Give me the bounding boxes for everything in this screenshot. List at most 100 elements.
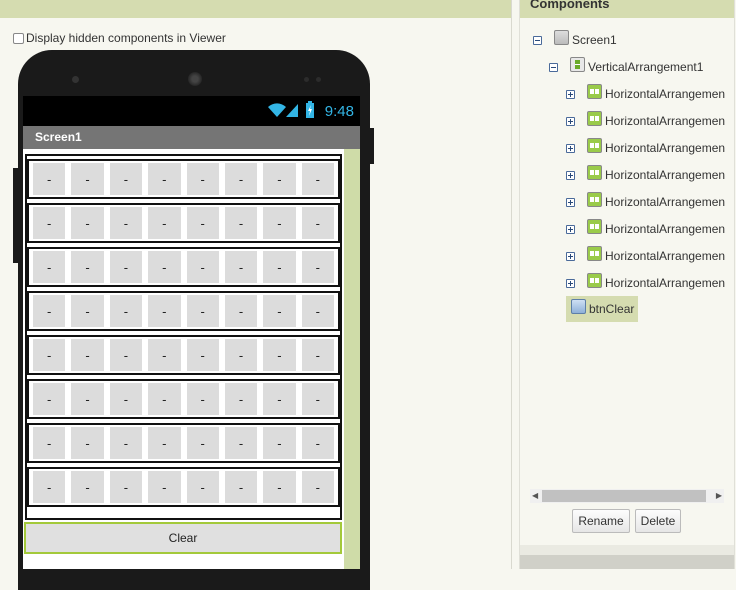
grid-button[interactable]: - [109, 339, 143, 371]
tree-item-horizontal-arrangement[interactable]: HorizontalArrangemen [566, 272, 725, 290]
grid-button[interactable]: - [224, 339, 258, 371]
grid-button[interactable]: - [148, 251, 181, 283]
grid-button[interactable]: - [148, 427, 181, 459]
grid-button[interactable]: - [263, 339, 296, 371]
grid-button[interactable]: - [263, 427, 296, 459]
grid-button[interactable]: - [301, 163, 334, 195]
grid-button[interactable]: - [224, 251, 258, 283]
tree-item-btnclear[interactable]: btnClear [571, 298, 634, 316]
tree-item-horizontal-arrangement[interactable]: HorizontalArrangemen [566, 191, 725, 209]
tree-item-horizontal-arrangement[interactable]: HorizontalArrangemen [566, 245, 725, 263]
display-hidden-checkbox[interactable] [13, 32, 24, 44]
expand-icon[interactable] [566, 197, 575, 207]
grid-button[interactable]: - [186, 471, 219, 503]
grid-button[interactable]: - [33, 251, 66, 283]
horizontal-arrangement[interactable]: -------- [27, 467, 340, 507]
grid-button[interactable]: - [224, 163, 258, 195]
horizontal-arrangement[interactable]: -------- [27, 247, 340, 287]
expand-icon[interactable] [566, 278, 575, 288]
grid-button[interactable]: - [109, 383, 143, 415]
tree-item-horizontal-arrangement[interactable]: HorizontalArrangemen [566, 137, 725, 155]
grid-button[interactable]: - [148, 383, 181, 415]
grid-button[interactable]: - [33, 295, 66, 327]
grid-button[interactable]: - [186, 295, 219, 327]
grid-button[interactable]: - [263, 207, 296, 239]
horizontal-arrangement[interactable]: -------- [27, 379, 340, 419]
grid-button[interactable]: - [71, 207, 104, 239]
grid-button[interactable]: - [186, 207, 219, 239]
grid-button[interactable]: - [148, 471, 181, 503]
grid-button[interactable]: - [148, 339, 181, 371]
grid-button[interactable]: - [263, 295, 296, 327]
tree-item-screen1[interactable]: Screen1 [533, 29, 617, 47]
grid-button[interactable]: - [71, 427, 104, 459]
grid-button[interactable]: - [263, 471, 296, 503]
grid-button[interactable]: - [109, 163, 143, 195]
tree-item-vertical-arrangement[interactable]: VerticalArrangement1 [549, 56, 703, 74]
grid-button[interactable]: - [186, 427, 219, 459]
grid-button[interactable]: - [224, 383, 258, 415]
expand-icon[interactable] [566, 116, 575, 126]
tree-item-horizontal-arrangement[interactable]: HorizontalArrangemen [566, 218, 725, 236]
tree-horizontal-scrollbar[interactable]: ◀ ▶ [530, 489, 724, 503]
rename-button[interactable]: Rename [572, 509, 630, 533]
expand-icon[interactable] [566, 143, 575, 153]
grid-button[interactable]: - [33, 383, 66, 415]
grid-button[interactable]: - [109, 427, 143, 459]
grid-button[interactable]: - [33, 163, 66, 195]
grid-button[interactable]: - [148, 207, 181, 239]
horizontal-arrangement[interactable]: -------- [27, 203, 340, 243]
grid-button[interactable]: - [109, 471, 143, 503]
grid-button[interactable]: - [263, 251, 296, 283]
grid-button[interactable]: - [109, 207, 143, 239]
scroll-right-arrow[interactable]: ▶ [716, 491, 722, 500]
grid-button[interactable]: - [224, 295, 258, 327]
horizontal-arrangement[interactable]: -------- [27, 159, 340, 199]
grid-button[interactable]: - [186, 163, 219, 195]
collapse-icon[interactable] [533, 35, 542, 45]
grid-button[interactable]: - [301, 383, 334, 415]
grid-button[interactable]: - [224, 471, 258, 503]
grid-button[interactable]: - [33, 339, 66, 371]
grid-button[interactable]: - [224, 207, 258, 239]
grid-button[interactable]: - [301, 339, 334, 371]
grid-button[interactable]: - [186, 383, 219, 415]
grid-button[interactable]: - [186, 339, 219, 371]
grid-button[interactable]: - [224, 427, 258, 459]
grid-button[interactable]: - [71, 251, 104, 283]
scroll-left-arrow[interactable]: ◀ [532, 491, 538, 500]
horizontal-arrangement[interactable]: -------- [27, 291, 340, 331]
expand-icon[interactable] [566, 89, 575, 99]
grid-button[interactable]: - [71, 295, 104, 327]
grid-button[interactable]: - [33, 207, 66, 239]
grid-button[interactable]: - [263, 163, 296, 195]
grid-button[interactable]: - [148, 163, 181, 195]
expand-icon[interactable] [566, 170, 575, 180]
grid-button[interactable]: - [109, 251, 143, 283]
grid-button[interactable]: - [148, 295, 181, 327]
scrollbar-thumb[interactable] [542, 490, 706, 502]
collapse-icon[interactable] [549, 62, 558, 72]
grid-button[interactable]: - [71, 163, 104, 195]
grid-button[interactable]: - [301, 207, 334, 239]
grid-button[interactable]: - [301, 427, 334, 459]
clear-button[interactable]: Clear [24, 522, 342, 554]
grid-button[interactable]: - [301, 471, 334, 503]
grid-button[interactable]: - [33, 427, 66, 459]
horizontal-arrangement[interactable]: -------- [27, 335, 340, 375]
tree-item-horizontal-arrangement[interactable]: HorizontalArrangemen [566, 110, 725, 128]
tree-item-horizontal-arrangement[interactable]: HorizontalArrangemen [566, 164, 725, 182]
grid-button[interactable]: - [263, 383, 296, 415]
grid-button[interactable]: - [109, 295, 143, 327]
horizontal-arrangement[interactable]: -------- [27, 423, 340, 463]
delete-button[interactable]: Delete [635, 509, 681, 533]
grid-button[interactable]: - [71, 471, 104, 503]
expand-icon[interactable] [566, 251, 575, 261]
grid-button[interactable]: - [186, 251, 219, 283]
grid-button[interactable]: - [301, 251, 334, 283]
display-hidden-components-row[interactable]: Display hidden components in Viewer [13, 31, 226, 45]
vertical-arrangement[interactable]: ----------------------------------------… [25, 154, 342, 520]
expand-icon[interactable] [566, 224, 575, 234]
grid-button[interactable]: - [301, 295, 334, 327]
tree-item-horizontal-arrangement[interactable]: HorizontalArrangemen [566, 83, 725, 101]
